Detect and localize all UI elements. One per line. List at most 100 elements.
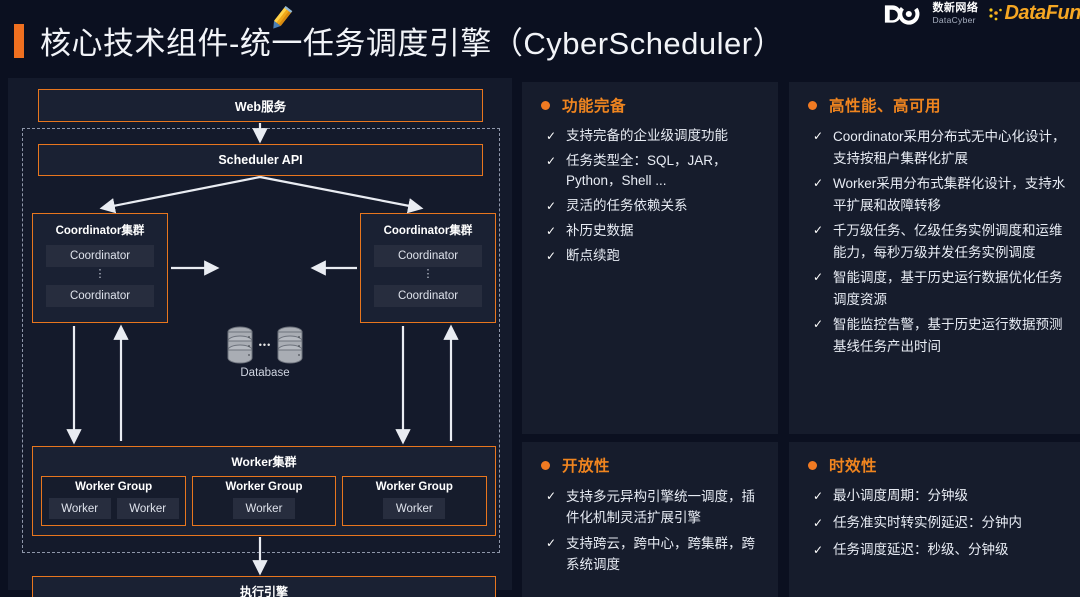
worker-group-row: Worker Group Worker Worker Worker Group … xyxy=(33,470,495,526)
panel-header: 功能完备 xyxy=(522,82,778,122)
panel-title: 功能完备 xyxy=(562,98,627,115)
check-icon: ✓ xyxy=(813,270,824,284)
list-item-text: 补历史数据 xyxy=(566,223,634,238)
datacyber-logo: 数新网络 DataCyber xyxy=(883,1,979,25)
panel-list: ✓ 最小调度周期：分钟级 ✓ 任务准实时转实例延迟：分钟内 ✓ 任务调度延迟：秒… xyxy=(789,482,1080,560)
database-icons: ••• xyxy=(220,325,310,365)
list-item-text: 智能监控告警，基于历史运行数据预测基线任务产出时间 xyxy=(833,317,1063,354)
panel-openness: 开放性 ✓ 支持多元异构引擎统一调度，插件化机制灵活扩展引擎 ✓ 支持跨云，跨中… xyxy=(522,442,778,597)
panel-timeliness: 时效性 ✓ 最小调度周期：分钟级 ✓ 任务准实时转实例延迟：分钟内 ✓ 任务调度… xyxy=(789,442,1080,597)
list-item-text: 千万级任务、亿级任务实例调度和运维能力，每秒万级并发任务实例调度 xyxy=(833,223,1063,260)
worker-group-title: Worker Group xyxy=(375,481,453,493)
panel-list: ✓ 支持多元异构引擎统一调度，插件化机制灵活扩展引擎 ✓ 支持跨云，跨中心，跨集… xyxy=(522,482,778,575)
bullet-icon xyxy=(541,460,550,470)
slide-header: 核心技术组件-统一任务调度引擎（CyberScheduler） 数新网络 Dat… xyxy=(0,0,1080,72)
list-item-text: 任务类型全：SQL，JAR，Python，Shell ... xyxy=(566,153,727,188)
worker-node: Worker xyxy=(232,498,295,519)
database-cylinder-icon xyxy=(277,326,303,364)
coordinator-cluster-left-title: Coordinator集群 xyxy=(55,225,145,237)
list-item: ✓ 最小调度周期：分钟级 xyxy=(813,486,1068,506)
list-item: ✓ 任务类型全：SQL，JAR，Python，Shell ... xyxy=(546,151,766,191)
database-cylinder-icon xyxy=(227,326,253,364)
check-icon: ✓ xyxy=(546,129,557,143)
list-item: ✓ 断点续跑 xyxy=(546,246,766,266)
panel-high-performance: 高性能、高可用 ✓ Coordinator采用分布式无中心化设计，支持按租户集群… xyxy=(789,82,1080,434)
list-item-text: Worker采用分布式集群化设计，支持水平扩展和故障转移 xyxy=(833,176,1066,213)
web-service-box[interactable]: Web服务 xyxy=(38,89,483,122)
list-item: ✓ 支持多元异构引擎统一调度，插件化机制灵活扩展引擎 xyxy=(546,486,766,528)
list-item: ✓ 智能监控告警，基于历史运行数据预测基线任务产出时间 xyxy=(813,314,1068,357)
worker-cluster[interactable]: Worker集群 Worker Group Worker Worker Work… xyxy=(32,446,496,536)
worker-chips: Worker xyxy=(348,498,481,519)
worker-group-title: Worker Group xyxy=(225,481,303,493)
panel-feature-complete: 功能完备 ✓ 支持完备的企业级调度功能 ✓ 任务类型全：SQL，JAR，Pyth… xyxy=(522,82,778,434)
worker-group[interactable]: Worker Group Worker xyxy=(192,476,336,526)
worker-node: Worker xyxy=(116,498,179,519)
worker-node: Worker xyxy=(48,498,111,519)
check-icon: ✓ xyxy=(813,543,824,557)
list-item: ✓ 千万级任务、亿级任务实例调度和运维能力，每秒万级并发任务实例调度 xyxy=(813,220,1068,263)
list-item-text: 断点续跑 xyxy=(566,248,620,263)
datafun-logo: DataFun . xyxy=(988,2,1080,25)
check-icon: ✓ xyxy=(546,249,557,263)
panel-title: 高性能、高可用 xyxy=(829,98,942,115)
database-label: Database xyxy=(240,367,290,379)
coordinator-node: Coordinator xyxy=(374,245,482,267)
bullet-icon xyxy=(808,460,817,470)
worker-chips: Worker xyxy=(198,498,329,519)
worker-group[interactable]: Worker Group Worker Worker xyxy=(41,476,187,526)
panel-title: 开放性 xyxy=(562,458,611,475)
list-item: ✓ 补历史数据 xyxy=(546,221,766,241)
bullet-icon xyxy=(541,100,550,110)
coordinator-left-ellipsis: ⋮ xyxy=(94,268,106,280)
list-item-text: 任务准实时转实例延迟：分钟内 xyxy=(833,515,1022,530)
datacyber-label-en: DataCyber xyxy=(932,14,976,25)
panel-list: ✓ Coordinator采用分布式无中心化设计，支持按租户集群化扩展 ✓ Wo… xyxy=(789,122,1080,357)
list-item-text: 支持多元异构引擎统一调度，插件化机制灵活扩展引擎 xyxy=(566,489,755,525)
datacyber-label-cn: 数新网络 xyxy=(932,1,979,14)
check-icon: ✓ xyxy=(546,224,557,238)
coordinator-node: Coordinator xyxy=(46,245,154,267)
coordinator-cluster-left[interactable]: Coordinator集群 Coordinator ⋮ Coordinator xyxy=(32,213,168,323)
slide-root: 核心技术组件-统一任务调度引擎（CyberScheduler） 数新网络 Dat… xyxy=(0,0,1080,597)
check-icon: ✓ xyxy=(813,223,824,237)
datafun-dots-icon xyxy=(989,7,1003,20)
check-icon: ✓ xyxy=(813,176,824,190)
panel-list: ✓ 支持完备的企业级调度功能 ✓ 任务类型全：SQL，JAR，Python，Sh… xyxy=(522,122,778,266)
title-row: 核心技术组件-统一任务调度引擎（CyberScheduler） xyxy=(14,18,784,63)
check-icon: ✓ xyxy=(546,154,557,168)
list-item: ✓ Coordinator采用分布式无中心化设计，支持按租户集群化扩展 xyxy=(813,126,1068,169)
list-item: ✓ 任务调度延迟：秒级、分钟级 xyxy=(813,540,1068,560)
check-icon: ✓ xyxy=(813,129,824,143)
worker-cluster-title: Worker集群 xyxy=(231,455,297,469)
coordinator-cluster-right-title: Coordinator集群 xyxy=(383,225,473,237)
check-icon: ✓ xyxy=(813,489,824,503)
coordinator-node: Coordinator xyxy=(46,285,154,307)
check-icon: ✓ xyxy=(813,516,824,530)
panel-title: 时效性 xyxy=(829,458,878,475)
panel-header: 开放性 xyxy=(522,442,778,482)
check-icon: ✓ xyxy=(813,317,824,331)
list-item-text: 智能调度，基于历史运行数据优化任务调度资源 xyxy=(833,270,1063,307)
execution-engine-box[interactable]: 执行引擎 SQL JAR DataX Python Shell 自定义 ... … xyxy=(32,576,496,597)
worker-group[interactable]: Worker Group Worker xyxy=(341,476,487,526)
datafun-label: DataFun xyxy=(1004,2,1080,24)
check-icon: ✓ xyxy=(546,536,557,550)
list-item-text: 任务调度延迟：秒级、分钟级 xyxy=(833,542,1009,557)
list-item-text: Coordinator采用分布式无中心化设计，支持按租户集群化扩展 xyxy=(833,129,1066,166)
list-item: ✓ 智能调度，基于历史运行数据优化任务调度资源 xyxy=(813,267,1068,310)
list-item-text: 支持完备的企业级调度功能 xyxy=(566,128,728,143)
scheduler-api-box[interactable]: Scheduler API xyxy=(38,144,483,176)
list-item: ✓ 任务准实时转实例延迟：分钟内 xyxy=(813,513,1068,533)
check-icon: ✓ xyxy=(546,489,557,503)
logo-group: 数新网络 DataCyber DataFun . xyxy=(883,2,1080,25)
list-item: ✓ 支持跨云，跨中心，跨集群，跨系统调度 xyxy=(546,533,766,575)
title-accent-bar xyxy=(14,23,24,58)
database-ellipsis: ••• xyxy=(258,340,272,350)
coordinator-cluster-right[interactable]: Coordinator集群 Coordinator ⋮ Coordinator xyxy=(360,213,496,323)
coordinator-node: Coordinator xyxy=(374,285,482,307)
worker-chips: Worker Worker xyxy=(47,498,180,519)
datacyber-mark-icon xyxy=(885,2,920,25)
list-item: ✓ Worker采用分布式集群化设计，支持水平扩展和故障转移 xyxy=(813,173,1068,216)
architecture-diagram: Web服务 Scheduler API Coordinator集群 Coordi… xyxy=(8,78,512,597)
